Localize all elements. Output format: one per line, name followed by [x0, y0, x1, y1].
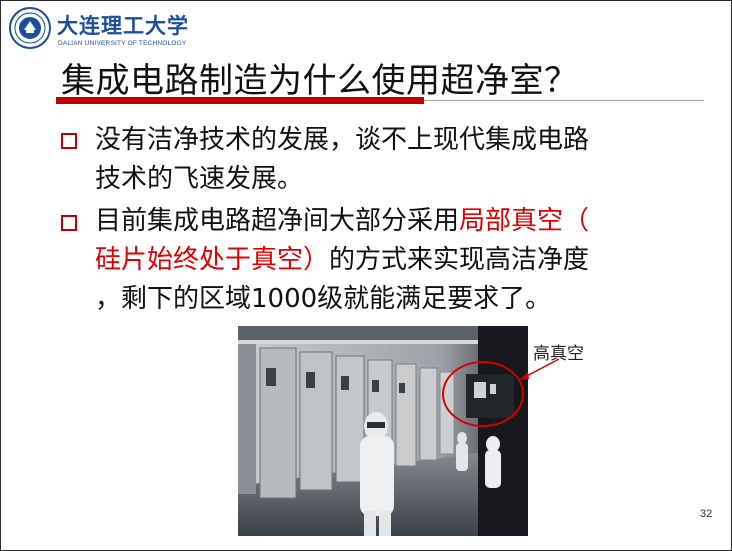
bullet-2-highlight-2: 硅片始终处于真空）: [95, 245, 330, 275]
cleanroom-photo: [238, 326, 528, 536]
university-name: 大连理工大学: [57, 13, 189, 38]
high-vacuum-label: 高真空: [533, 344, 584, 364]
bullet-1-line-2: 技术的飞速发展。: [95, 164, 304, 194]
slide: 大连理工大学 DALIAN UNIVERSITY OF TECHNOLOGY 集…: [0, 0, 732, 551]
page-number: 32: [700, 508, 713, 520]
bullet-2-line-3: ，剩下的区域1000级就能满足要求了。: [95, 284, 552, 314]
bullet-2-highlight-1: 局部真空（: [459, 206, 590, 236]
bullet-2-text: 目前集成电路超净间大部分采用局部真空（ 硅片始终处于真空）的方式来实现高洁净度 …: [95, 202, 731, 319]
bullet-2-line-2: 硅片始终处于真空）的方式来实现高洁净度: [95, 241, 731, 280]
university-logo: 大连理工大学 DALIAN UNIVERSITY OF TECHNOLOGY: [9, 7, 188, 51]
bullet-1-line-1: 没有洁净技术的发展，谈不上现代集成电路: [95, 125, 590, 155]
checkbox-bullet-icon: [61, 133, 77, 149]
checkbox-bullet-icon: [61, 215, 77, 231]
bullet-2-line-1: 目前集成电路超净间大部分采用局部真空（: [95, 202, 731, 241]
title-underline-rule: [424, 100, 704, 101]
bullet-2-line-1-text: 目前集成电路超净间大部分采用: [95, 206, 460, 236]
slide-title: 集成电路制造为什么使用超净室？: [61, 61, 579, 101]
bullet-1-text: 没有洁净技术的发展，谈不上现代集成电路 技术的飞速发展。: [95, 121, 731, 199]
bullet-2-line-2-text: 的方式来实现高洁净度: [329, 245, 590, 275]
title-underline-bar: [56, 97, 424, 104]
university-seal-icon: [9, 7, 51, 49]
university-name-en: DALIAN UNIVERSITY OF TECHNOLOGY: [58, 40, 187, 47]
